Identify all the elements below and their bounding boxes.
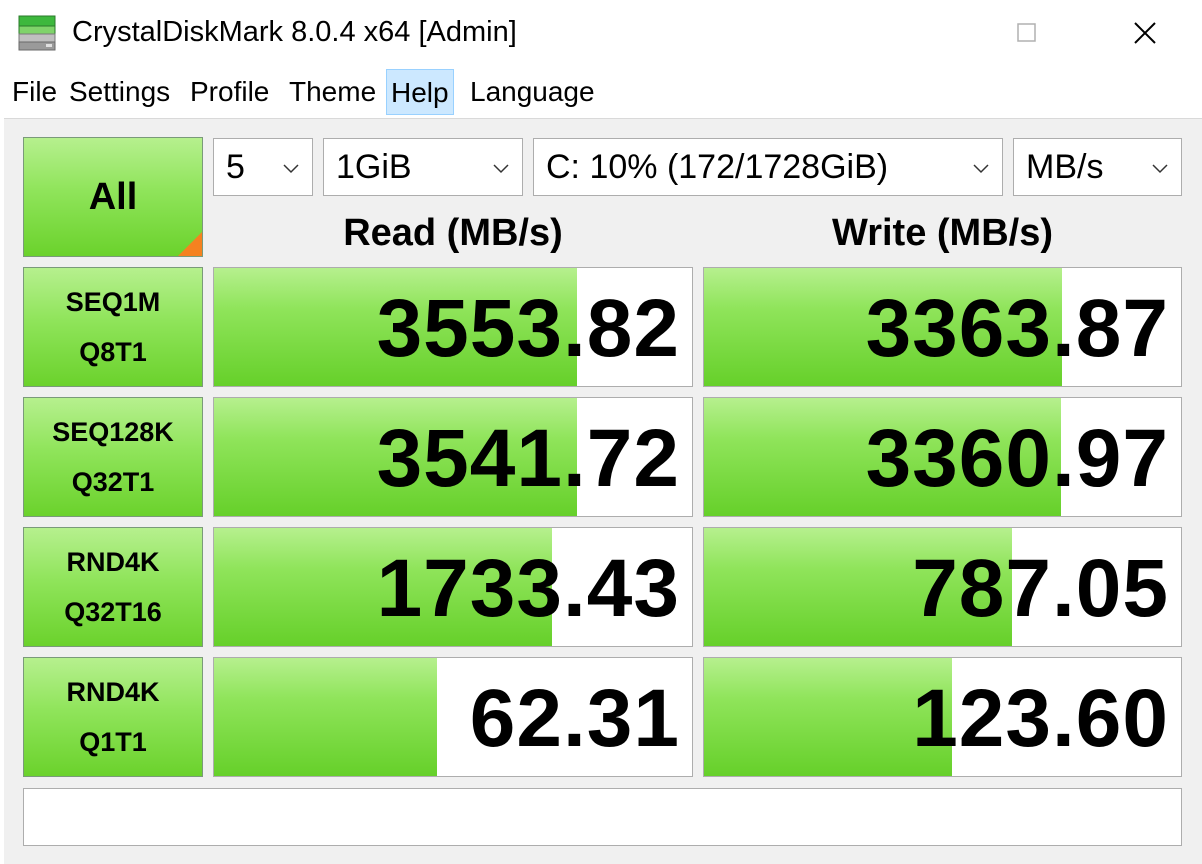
menu-bar: File Settings Profile Theme Help Languag… [0,66,1202,118]
read-result-value: 1733.43 [376,543,680,634]
unit-select[interactable]: MB/s [1013,138,1182,196]
menu-profile[interactable]: Profile [186,69,273,115]
window-title: CrystalDiskMark 8.0.4 x64 [Admin] [72,16,517,48]
drive-select[interactable]: C: 10% (172/1728GiB) [533,138,1003,196]
test-params: Q1T1 [79,727,147,757]
minimize-button[interactable] [862,0,972,66]
menu-file[interactable]: File [8,69,61,115]
test-name: RND4K [66,547,160,577]
menu-settings[interactable]: Settings [65,69,174,115]
write-result-value: 3363.87 [865,283,1169,374]
read-result-cell: 62.31 [213,657,693,777]
read-column-header: Read (MB/s) [343,212,563,254]
app-disk-icon [18,15,56,51]
menu-language[interactable]: Language [466,69,599,115]
test-params: Q32T1 [71,467,155,497]
close-button[interactable] [1090,0,1200,66]
test-name: RND4K [66,677,160,707]
drive-value: C: 10% (172/1728GiB) [546,148,889,186]
minimize-icon [907,32,927,33]
write-result-cell: 787.05 [703,527,1182,647]
read-result-value: 3553.82 [376,283,680,374]
write-result-cell: 123.60 [703,657,1182,777]
crystaldiskmark-window: CrystalDiskMark 8.0.4 x64 [Admin] File S… [0,0,1202,864]
test-params: Q8T1 [79,337,147,367]
read-result-cell: 3553.82 [213,267,693,387]
read-result-value: 3541.72 [376,413,680,504]
comment-field[interactable] [23,788,1182,846]
maximize-button[interactable] [972,0,1082,66]
write-result-value: 3360.97 [865,413,1169,504]
test-size-select[interactable]: 1GiB [323,138,523,196]
test-name: SEQ1M [65,287,161,317]
read-result-value: 62.31 [469,673,680,764]
unit-value: MB/s [1026,148,1104,186]
title-bar[interactable]: CrystalDiskMark 8.0.4 x64 [Admin] [0,0,1202,66]
test-button-rnd4k-q32t16[interactable]: RND4K Q32T16 [23,527,203,647]
menu-theme[interactable]: Theme [285,69,380,115]
write-result-value: 123.60 [912,673,1169,764]
menu-help[interactable]: Help [386,69,454,115]
close-icon [1134,22,1156,44]
test-button-seq1m-q8t1[interactable]: SEQ1M Q8T1 [23,267,203,387]
all-button[interactable]: All [23,137,203,257]
test-size-value: 1GiB [336,148,412,186]
chevron-down-icon [1152,164,1168,174]
write-result-value: 787.05 [912,543,1169,634]
read-result-cell: 3541.72 [213,397,693,517]
test-button-rnd4k-q1t1[interactable]: RND4K Q1T1 [23,657,203,777]
chevron-down-icon [973,164,989,174]
test-button-seq128k-q32t1[interactable]: SEQ128K Q32T1 [23,397,203,517]
test-name: SEQ128K [52,417,174,447]
read-result-bar [214,658,437,776]
test-count-select[interactable]: 5 [213,138,313,196]
all-corner-marker [178,232,202,256]
maximize-icon [1017,23,1036,42]
read-result-cell: 1733.43 [213,527,693,647]
chevron-down-icon [493,164,509,174]
all-button-label: All [88,175,138,218]
write-result-cell: 3363.87 [703,267,1182,387]
write-result-cell: 3360.97 [703,397,1182,517]
test-count-value: 5 [226,148,245,186]
write-column-header: Write (MB/s) [832,212,1053,254]
chevron-down-icon [283,164,299,174]
test-params: Q32T16 [64,597,162,627]
